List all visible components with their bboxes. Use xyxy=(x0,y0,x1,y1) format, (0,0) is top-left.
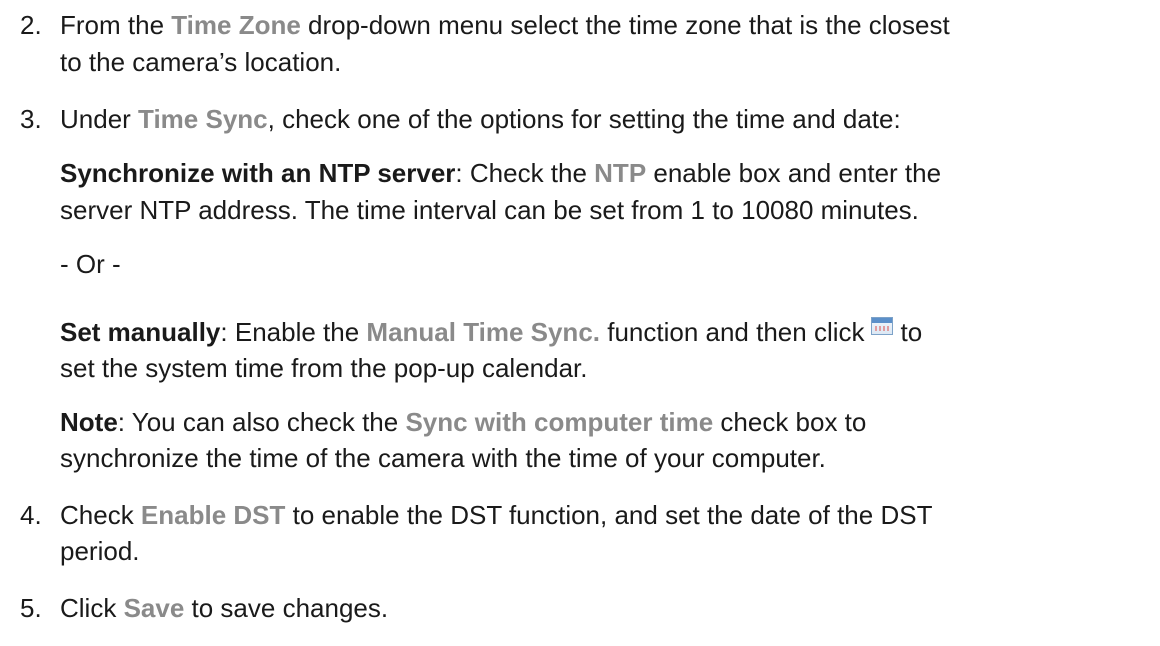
ui-term-time-sync: Time Sync xyxy=(138,104,268,134)
text: Click xyxy=(60,593,124,623)
option-manual-line-1: Set manually: Enable the Manual Time Syn… xyxy=(60,314,922,350)
text: drop-down menu select the time zone that… xyxy=(300,10,950,40)
step-5-line-1: Click Save to save changes. xyxy=(60,590,388,626)
step-4-line-1: Check Enable DST to enable the DST funct… xyxy=(60,497,932,533)
step-3-line-1: Under Time Sync, check one of the option… xyxy=(60,101,901,137)
ui-term-ntp: NTP xyxy=(594,158,647,188)
text: : Check the xyxy=(455,158,595,188)
calendar-icon xyxy=(870,317,893,335)
note-line-2: synchronize the time of the camera with … xyxy=(60,443,826,473)
step-2-line-1: From the Time Zone drop-down menu select… xyxy=(60,7,950,43)
step-number: 2. xyxy=(20,10,42,40)
text: check box to xyxy=(713,407,867,437)
option-title: Set manually xyxy=(60,317,221,347)
option-manual-line-2: set the system time from the pop-up cale… xyxy=(60,353,588,383)
ui-term-enable-dst: Enable DST xyxy=(140,500,286,530)
step-number: 5. xyxy=(20,593,42,623)
step-4-line-2: period. xyxy=(60,536,140,566)
text: Check xyxy=(60,500,141,530)
text: to save changes. xyxy=(184,593,389,623)
text: enable box and enter the xyxy=(646,158,942,188)
text: : Enable the xyxy=(220,317,367,347)
option-title: Synchronize with an NTP server xyxy=(60,158,456,188)
text: , check one of the options for setting t… xyxy=(267,104,901,134)
option-ntp-line-1: Synchronize with an NTP server: Check th… xyxy=(60,155,941,191)
ui-term-sync-with-computer-time: Sync with computer time xyxy=(405,407,714,437)
note-line-1: Note: You can also check the Sync with c… xyxy=(60,404,866,440)
or-separator: - Or - xyxy=(60,249,121,279)
option-ntp-line-2: server NTP address. The time interval ca… xyxy=(60,195,919,225)
text: : You can also check the xyxy=(117,407,406,437)
step-number: 4. xyxy=(20,500,42,530)
text: to xyxy=(900,317,923,347)
text: to enable the DST function, and set the … xyxy=(285,500,933,530)
ui-term-time-zone: Time Zone xyxy=(171,10,301,40)
step-2-line-2: to the camera’s location. xyxy=(60,47,342,77)
text: Under xyxy=(60,104,139,134)
ui-term-save: Save xyxy=(123,593,185,623)
step-number: 3. xyxy=(20,104,42,134)
text: From the xyxy=(60,10,172,40)
note-label: Note xyxy=(60,407,118,437)
ui-term-manual-time-sync: Manual Time Sync. xyxy=(366,317,600,347)
text: function and then click xyxy=(600,317,865,347)
